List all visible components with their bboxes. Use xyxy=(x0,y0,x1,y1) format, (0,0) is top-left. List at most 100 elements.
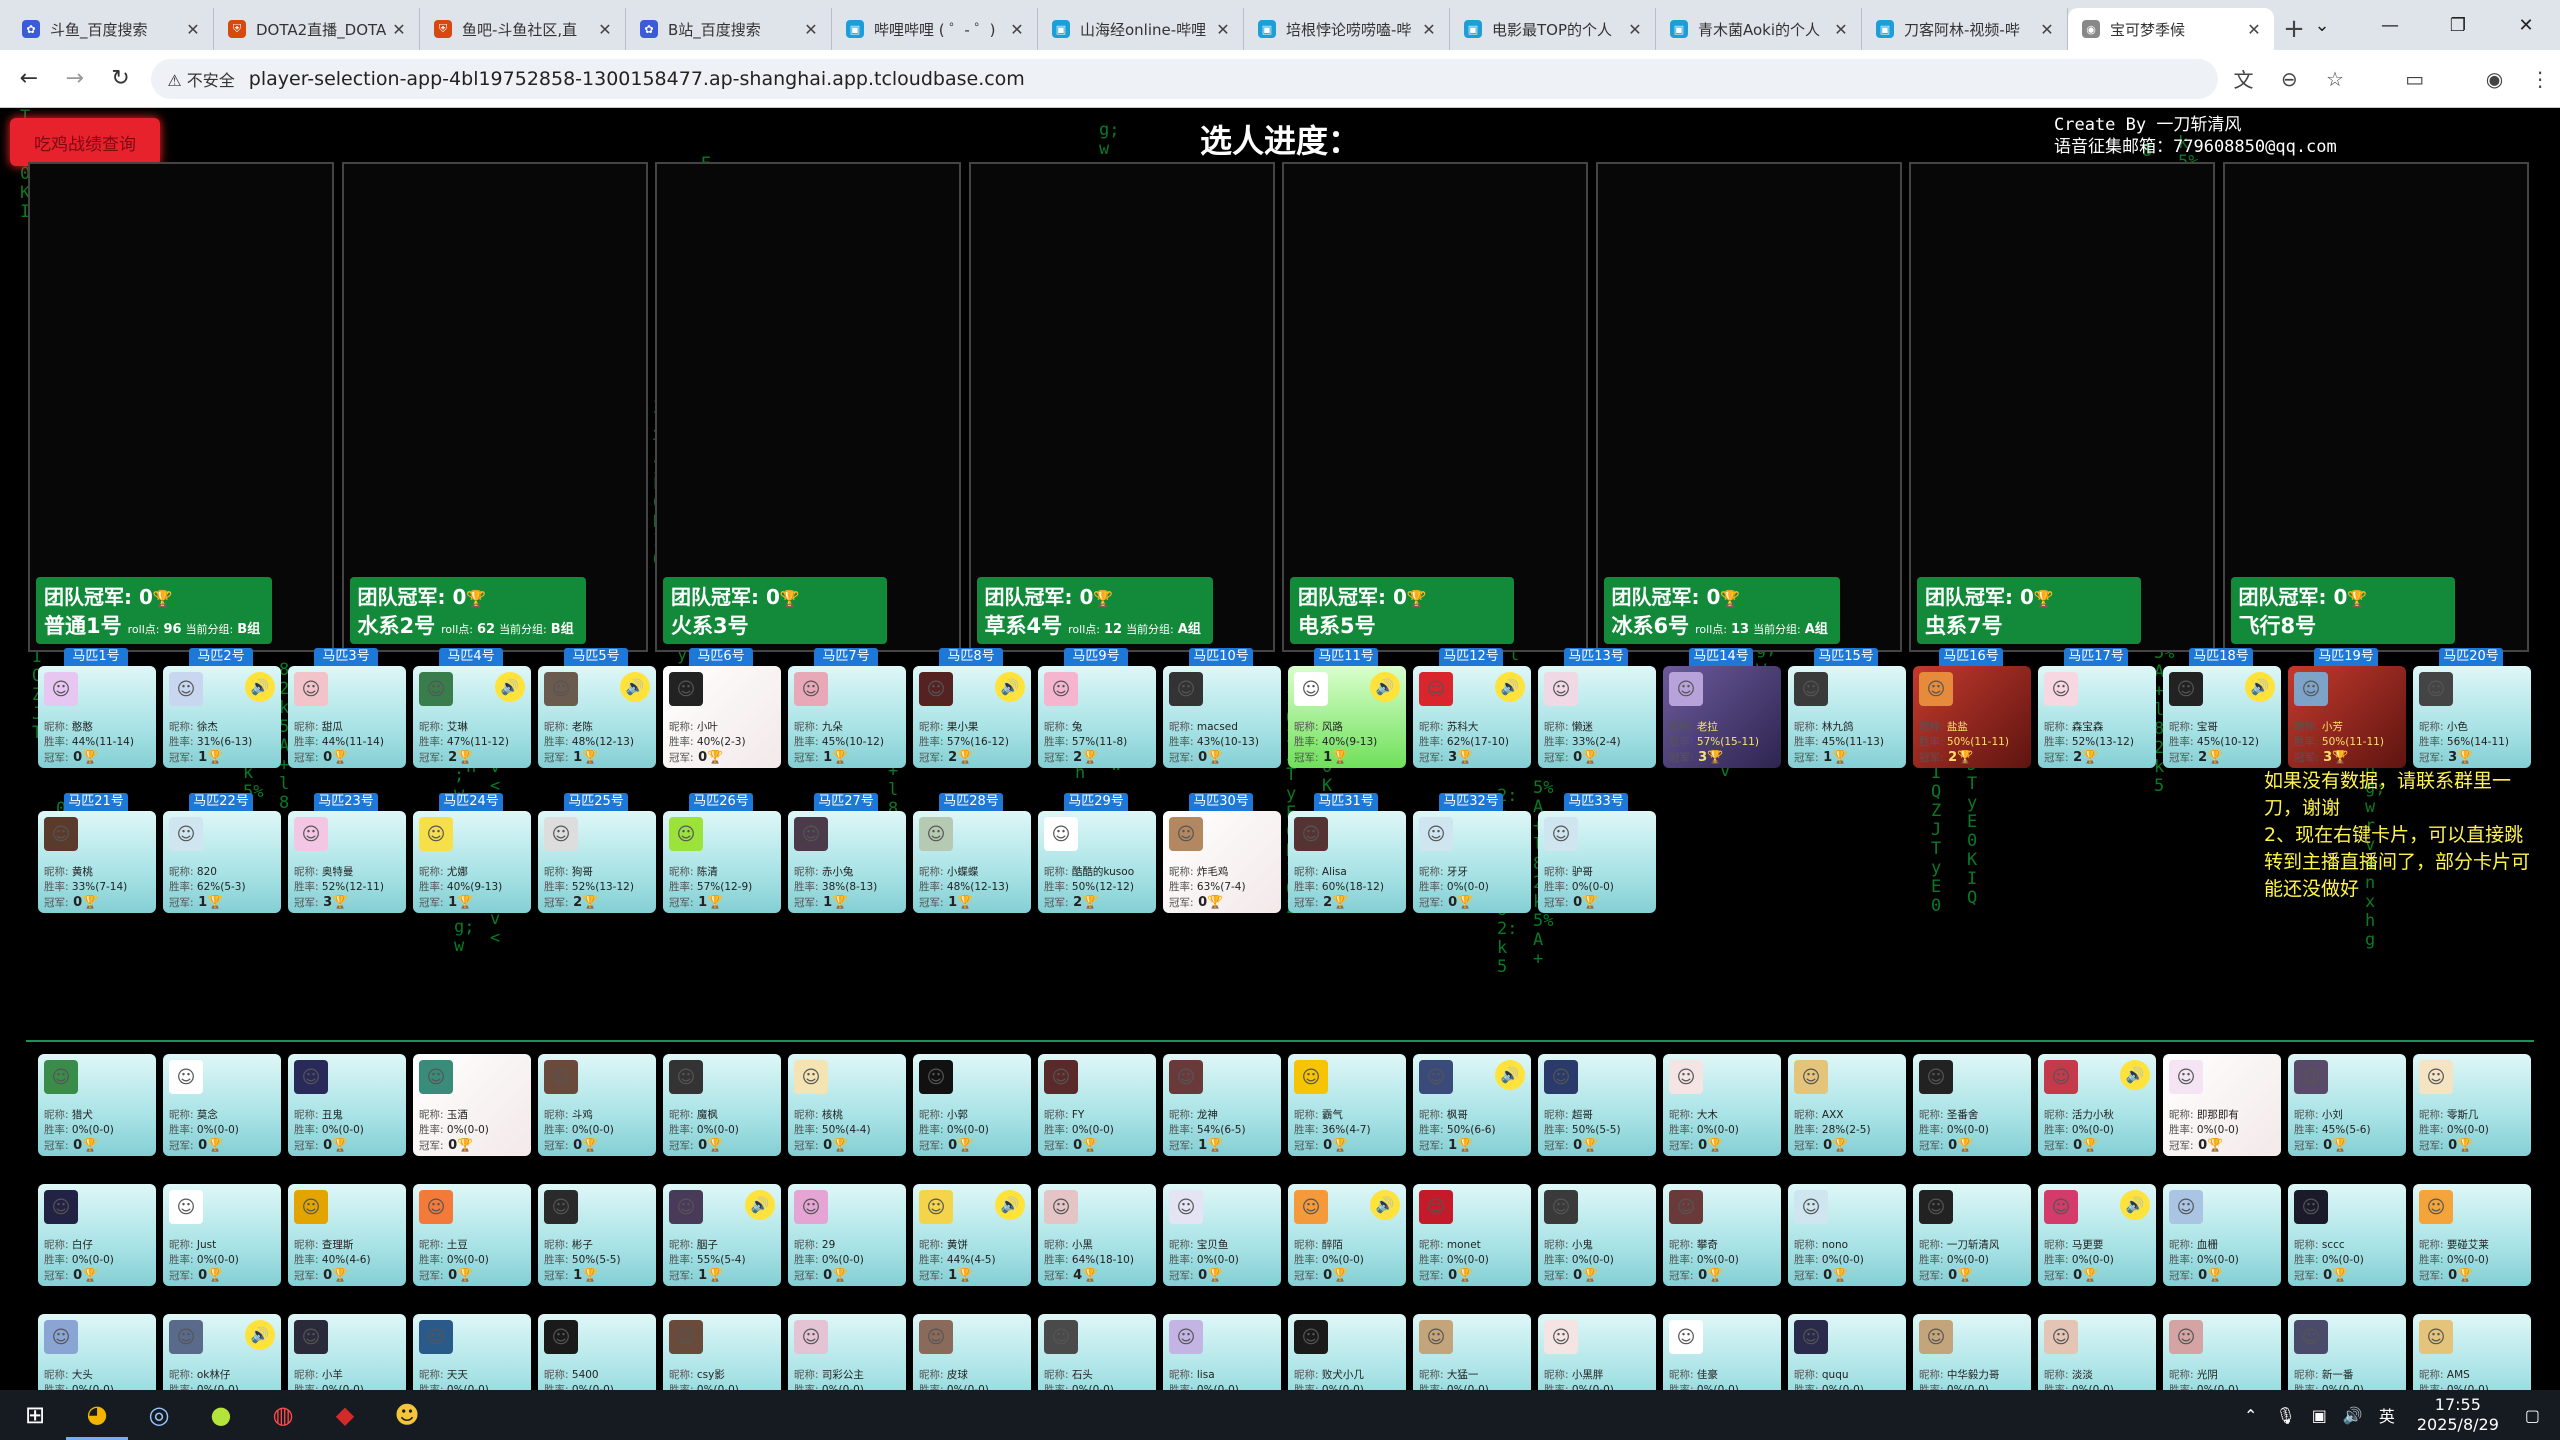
speaker-icon[interactable]: 🔊 xyxy=(995,672,1025,702)
player-card[interactable]: ☺ 昵称: Just 胜率: 0%(0-0) 冠军: 0🏆 xyxy=(163,1184,281,1286)
player-card[interactable]: ☺ 昵称: 魔枫 胜率: 0%(0-0) 冠军: 0🏆 xyxy=(663,1054,781,1156)
team-panel[interactable]: 团队冠军: 0🏆 草系4号 roll点: 12 当前分组: A组 xyxy=(968,162,1275,652)
player-card[interactable]: ☺昵称: 大头胜率: 0%(0-0)冠军: 0🏆 xyxy=(38,1314,156,1390)
start-icon[interactable]: ⊞ xyxy=(4,1390,66,1440)
not-secure-indicator[interactable]: ⚠ 不安全 xyxy=(167,67,234,91)
speaker-icon[interactable]: 🔊 xyxy=(620,672,650,702)
browser-tab[interactable]: ⛨ DOTA2直播_DOTA ✕ xyxy=(214,8,420,50)
tab-close-icon[interactable]: ✕ xyxy=(1007,20,1027,39)
player-card[interactable]: ☺昵称: 光阴胜率: 0%(0-0)冠军: 0🏆 xyxy=(2163,1314,2281,1390)
player-card[interactable]: 马匹20号 ☺ 昵称: 小色 胜率: 56%(14-11) 冠军: 3🏆 xyxy=(2413,648,2531,768)
mascot-app-icon[interactable]: ☻ xyxy=(376,1390,438,1440)
player-card[interactable]: ☺ 昵称: 霸气 胜率: 36%(4-7) 冠军: 0🏆 xyxy=(1288,1054,1406,1156)
speaker-icon[interactable]: 🔊 xyxy=(245,672,275,702)
player-card[interactable]: ☺ 🔊 昵称: 黄饼 胜率: 44%(4-5) 冠军: 1🏆 xyxy=(913,1184,1031,1286)
player-card[interactable]: ☺昵称: 司彩公主胜率: 0%(0-0)冠军: 0🏆 xyxy=(788,1314,906,1390)
player-card[interactable]: ☺昵称: csy影胜率: 0%(0-0)冠军: 0🏆 xyxy=(663,1314,781,1390)
player-card[interactable]: ☺ 昵称: 小黑 胜率: 64%(18-10) 冠军: 4🏆 xyxy=(1038,1184,1156,1286)
player-card[interactable]: 马匹13号 ☺ 昵称: 懒迷 胜率: 33%(2-4) 冠军: 0🏆 xyxy=(1538,648,1656,768)
player-card[interactable]: ☺ 昵称: 宝贝鱼 胜率: 0%(0-0) 冠军: 0🏆 xyxy=(1163,1184,1281,1286)
player-card[interactable]: 马匹3号 ☺ 昵称: 甜瓜 胜率: 44%(11-14) 冠军: 0🏆 xyxy=(288,648,406,768)
team-panel[interactable]: 团队冠军: 0🏆 虫系7号 xyxy=(1909,162,2215,652)
recorder-icon[interactable]: ◍ xyxy=(252,1390,314,1440)
player-card[interactable]: ☺ 昵称: 查理斯 胜率: 40%(4-6) 冠军: 0🏆 xyxy=(288,1184,406,1286)
clock[interactable]: 17:55 2025/8/29 xyxy=(2417,1395,2499,1435)
player-card[interactable]: 马匹26号 ☺ 昵称: 陈清 胜率: 57%(12-9) 冠军: 1🏆 xyxy=(663,793,781,913)
player-card[interactable]: 马匹27号 ☺ 昵称: 赤小兔 胜率: 38%(8-13) 冠军: 1🏆 xyxy=(788,793,906,913)
tab-close-icon[interactable]: ✕ xyxy=(183,20,203,39)
speaker-icon[interactable]: 🔊 xyxy=(495,672,525,702)
player-card[interactable]: ☺昵称: 新一番胜率: 0%(0-0)冠军: 0🏆 xyxy=(2288,1314,2406,1390)
player-card[interactable]: 马匹25号 ☺ 昵称: 狗哥 胜率: 52%(13-12) 冠军: 2🏆 xyxy=(538,793,656,913)
tray-expand-icon[interactable]: ⌃ xyxy=(2244,1406,2257,1425)
player-card[interactable]: ☺ 昵称: monet 胜率: 0%(0-0) 冠军: 0🏆 xyxy=(1413,1184,1531,1286)
player-card[interactable]: 马匹6号 ☺ 昵称: 小叶 胜率: 40%(2-3) 冠军: 0🏆 xyxy=(663,648,781,768)
volume-icon[interactable]: 🔊 xyxy=(2343,1406,2363,1425)
player-card[interactable]: ☺ 昵称: 斗鸡 胜率: 0%(0-0) 冠军: 0🏆 xyxy=(538,1054,656,1156)
player-card[interactable]: ☺ 昵称: 猎犬 胜率: 0%(0-0) 冠军: 0🏆 xyxy=(38,1054,156,1156)
player-card[interactable]: ☺ 昵称: 彬子 胜率: 50%(5-5) 冠军: 1🏆 xyxy=(538,1184,656,1286)
history-query-button[interactable]: 吃鸡战绩查询 xyxy=(10,118,160,166)
profile-icon[interactable]: ◉ xyxy=(2475,59,2515,99)
reload-icon[interactable]: ↻ xyxy=(104,62,138,96)
player-card[interactable]: ☺昵称: ququ胜率: 0%(0-0)冠军: 0🏆 xyxy=(1788,1314,1906,1390)
player-card[interactable]: 马匹15号 ☺ 昵称: 林九鸽 胜率: 45%(11-13) 冠军: 1🏆 xyxy=(1788,648,1906,768)
player-card[interactable]: ☺ 昵称: 即那即有 胜率: 0%(0-0) 冠军: 0🏆 xyxy=(2163,1054,2281,1156)
player-card[interactable]: 马匹31号 ☺ 昵称: Alisa 胜率: 60%(18-12) 冠军: 2🏆 xyxy=(1288,793,1406,913)
player-card[interactable]: ☺ 昵称: 土豆 胜率: 0%(0-0) 冠军: 0🏆 xyxy=(413,1184,531,1286)
bookmark-star-icon[interactable]: ☆ xyxy=(2315,59,2355,99)
team-panel[interactable]: 团队冠军: 0🏆 冰系6号 roll点: 13 当前分组: A组 xyxy=(1595,162,1902,652)
ime-indicator[interactable]: 英 xyxy=(2379,1403,2395,1427)
player-card[interactable]: ☺ 昵称: 零斯几 胜率: 0%(0-0) 冠军: 0🏆 xyxy=(2413,1054,2531,1156)
tab-close-icon[interactable]: ✕ xyxy=(801,20,821,39)
player-card[interactable]: ☺昵称: 大猛一胜率: 0%(0-0)冠军: 0🏆 xyxy=(1413,1314,1531,1390)
player-card[interactable]: ☺ 昵称: 超哥 胜率: 50%(5-5) 冠军: 0🏆 xyxy=(1538,1054,1656,1156)
player-card[interactable]: ☺ 昵称: 小鬼 胜率: 0%(0-0) 冠军: 0🏆 xyxy=(1538,1184,1656,1286)
player-card[interactable]: ☺昵称: 天天胜率: 0%(0-0)冠军: 0🏆 xyxy=(413,1314,531,1390)
player-card[interactable]: ☺昵称: 小黑胖胜率: 0%(0-0)冠军: 0🏆 xyxy=(1538,1314,1656,1390)
browser-tab[interactable]: ▣ 培根悖论唠唠嗑-哔 ✕ xyxy=(1244,8,1450,50)
speaker-icon[interactable]: 🔊 xyxy=(745,1190,775,1220)
player-card[interactable]: ☺ 🔊 昵称: 醉陌 胜率: 0%(0-0) 冠军: 0🏆 xyxy=(1288,1184,1406,1286)
tab-close-icon[interactable]: ✕ xyxy=(2037,20,2057,39)
player-card[interactable]: ☺昵称: 佳豪胜率: 0%(0-0)冠军: 0🏆 xyxy=(1663,1314,1781,1390)
team-panel[interactable]: 团队冠军: 0🏆 水系2号 roll点: 62 当前分组: B组 xyxy=(341,162,648,652)
player-card[interactable]: 马匹33号 ☺ 昵称: 驴哥 胜率: 0%(0-0) 冠军: 0🏆 xyxy=(1538,793,1656,913)
player-card[interactable]: 马匹1号 ☺ 昵称: 憨憨 胜率: 44%(11-14) 冠军: 0🏆 xyxy=(38,648,156,768)
player-card[interactable]: 马匹24号 ☺ 昵称: 尤娜 胜率: 40%(9-13) 冠军: 1🏆 xyxy=(413,793,531,913)
player-card[interactable]: ☺昵称: AMS胜率: 0%(0-0)冠军: 0🏆 xyxy=(2413,1314,2531,1390)
player-card[interactable]: 马匹28号 ☺ 昵称: 小蝶蝶 胜率: 48%(12-13) 冠军: 1🏆 xyxy=(913,793,1031,913)
player-card[interactable]: 马匹23号 ☺ 昵称: 奥特曼 胜率: 52%(12-11) 冠军: 3🏆 xyxy=(288,793,406,913)
network-icon[interactable]: ▣ xyxy=(2312,1406,2327,1425)
player-card[interactable]: ☺ 昵称: 丑鬼 胜率: 0%(0-0) 冠军: 0🏆 xyxy=(288,1054,406,1156)
tab-close-icon[interactable]: ✕ xyxy=(1419,20,1439,39)
player-card[interactable]: 马匹4号 ☺ 🔊 昵称: 艾琳 胜率: 47%(11-12) 冠军: 2🏆 xyxy=(413,648,531,768)
player-card[interactable]: 马匹32号 ☺ 昵称: 牙牙 胜率: 0%(0-0) 冠军: 0🏆 xyxy=(1413,793,1531,913)
player-card[interactable]: 马匹8号 ☺ 🔊 昵称: 果小果 胜率: 57%(16-12) 冠军: 2🏆 xyxy=(913,648,1031,768)
player-card[interactable]: 马匹30号 ☺ 昵称: 炸毛鸡 胜率: 63%(7-4) 冠军: 0🏆 xyxy=(1163,793,1281,913)
player-card[interactable]: 马匹12号 ☺ 🔊 昵称: 苏科大 胜率: 62%(17-10) 冠军: 3🏆 xyxy=(1413,648,1531,768)
player-card[interactable]: ☺ 昵称: 攀奇 胜率: 0%(0-0) 冠军: 0🏆 xyxy=(1663,1184,1781,1286)
menu-kebab-icon[interactable]: ⋮ xyxy=(2520,59,2560,99)
player-card[interactable]: ☺ 昵称: 核桃 胜率: 50%(4-4) 冠军: 0🏆 xyxy=(788,1054,906,1156)
player-card[interactable]: 马匹22号 ☺ 昵称: 820 胜率: 62%(5-3) 冠军: 1🏆 xyxy=(163,793,281,913)
player-card[interactable]: ☺ 昵称: 白仔 胜率: 0%(0-0) 冠军: 0🏆 xyxy=(38,1184,156,1286)
team-panel[interactable]: 团队冠军: 0🏆 电系5号 xyxy=(1282,162,1588,652)
browser-tab[interactable]: ▣ 山海经online-哔哩 ✕ xyxy=(1038,8,1244,50)
player-card[interactable]: ☺ 昵称: 圣番舍 胜率: 0%(0-0) 冠军: 0🏆 xyxy=(1913,1054,2031,1156)
player-card[interactable]: ☺ 昵称: sccc 胜率: 0%(0-0) 冠军: 0🏆 xyxy=(2288,1184,2406,1286)
player-card[interactable]: ☺昵称: 小羊胜率: 0%(0-0)冠军: 0🏆 xyxy=(288,1314,406,1390)
speaker-icon[interactable]: 🔊 xyxy=(995,1190,1025,1220)
browser-tab[interactable]: ▣ 电影最TOP的个人 ✕ xyxy=(1450,8,1656,50)
player-card[interactable]: ☺ 🔊 昵称: 枫哥 胜率: 50%(6-6) 冠军: 1🏆 xyxy=(1413,1054,1531,1156)
browser-tab[interactable]: ✿ 斗鱼_百度搜索 ✕ xyxy=(8,8,214,50)
tab-close-icon[interactable]: ✕ xyxy=(1831,20,1851,39)
player-card[interactable]: ☺昵称: 淡淡胜率: 0%(0-0)冠军: 0🏆 xyxy=(2038,1314,2156,1390)
player-card[interactable]: ☺昵称: 皮球胜率: 0%(0-0)冠军: 0🏆 xyxy=(913,1314,1031,1390)
browser-tab[interactable]: ▣ 哔哩哔哩 ( ゜- ゜) ✕ xyxy=(832,8,1038,50)
player-card[interactable]: 马匹17号 ☺ 昵称: 森宝森 胜率: 52%(13-12) 冠军: 2🏆 xyxy=(2038,648,2156,768)
player-card[interactable]: ☺ 昵称: 玉酒 胜率: 0%(0-0) 冠军: 0🏆 xyxy=(413,1054,531,1156)
tab-close-icon[interactable]: ✕ xyxy=(595,20,615,39)
player-card[interactable]: 马匹2号 ☺ 🔊 昵称: 徐杰 胜率: 31%(6-13) 冠军: 1🏆 xyxy=(163,648,281,768)
player-card[interactable]: ☺昵称: lisa胜率: 0%(0-0)冠军: 0🏆 xyxy=(1163,1314,1281,1390)
